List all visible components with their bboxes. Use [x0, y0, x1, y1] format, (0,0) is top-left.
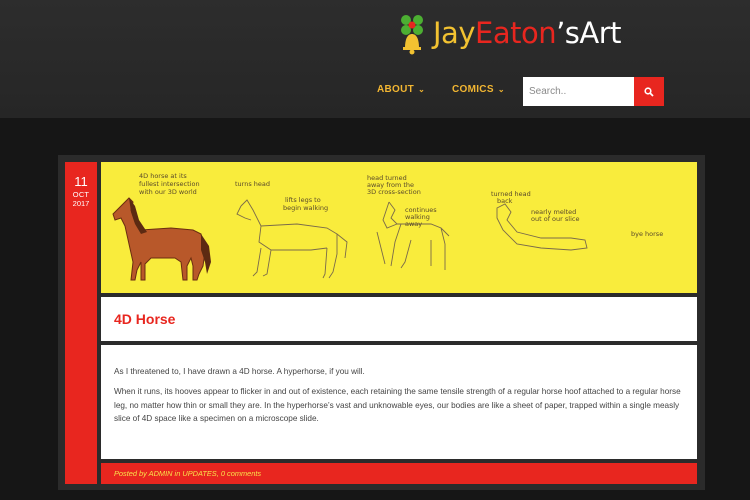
nav-item-comics[interactable]: COMICS ⌄	[452, 84, 505, 95]
post-paragraph: When it runs, its hooves appear to flick…	[114, 386, 681, 424]
banner-note: out of our slice	[531, 215, 579, 223]
post-meta-posted-by: Posted by	[114, 469, 147, 478]
post-date-year: 2017	[72, 199, 90, 208]
site-header: JayEaton’sArt ABOUT ⌄ COMICS ⌄	[0, 0, 750, 118]
banner-note: lifts legs to	[285, 196, 321, 204]
post-date-month: OCT	[72, 190, 90, 199]
horse-full-illustration	[112, 197, 211, 281]
banner-note: begin walking	[283, 204, 328, 212]
post-title[interactable]: 4D Horse	[114, 311, 175, 327]
search-icon	[644, 86, 654, 97]
post-featured-image[interactable]: 4D horse at its fullest intersection wit…	[101, 162, 697, 293]
banner-note: with our 3D world	[139, 188, 197, 196]
post-author-link[interactable]: ADMIN	[149, 469, 173, 478]
banner-annotations: 4D horse at its fullest intersection wit…	[139, 172, 663, 238]
search-input[interactable]	[523, 77, 634, 106]
banner-note: back	[497, 197, 513, 205]
nav-item-about[interactable]: ABOUT ⌄	[377, 84, 425, 95]
site-title: JayEaton’sArt	[433, 16, 622, 50]
horse-drawing: 4D horse at its fullest intersection wit…	[112, 172, 663, 281]
post-meta-in: in	[174, 469, 181, 478]
search-button[interactable]	[634, 77, 664, 106]
chevron-down-icon: ⌄	[497, 85, 505, 94]
post-content: As I threatened to, I have drawn a 4D ho…	[101, 345, 697, 459]
site-title-part-jay: Jay	[433, 16, 476, 50]
site-logo[interactable]: JayEaton’sArt	[397, 10, 622, 56]
banner-note: 3D cross-section	[367, 188, 421, 196]
banner-note: fullest intersection	[139, 180, 200, 188]
post-meta-separator: ,	[216, 469, 219, 478]
nav-item-comics-label: COMICS	[452, 84, 494, 95]
nav-item-about-label: ABOUT	[377, 84, 415, 95]
banner-note: bye horse	[631, 230, 663, 238]
chevron-down-icon: ⌄	[418, 85, 426, 94]
post-date: 11 OCT 2017	[65, 162, 97, 484]
post-category-link[interactable]: UPDATES	[182, 469, 216, 478]
site-title-part-sart: ’sArt	[556, 16, 622, 50]
post-title-box: 4D Horse	[101, 297, 697, 341]
post-meta: Posted by ADMIN in UPDATES, 0 comments	[101, 463, 697, 484]
search-form	[523, 77, 664, 106]
banner-note: 4D horse at its	[139, 172, 187, 180]
post-comments-link[interactable]: 0 comments	[221, 469, 261, 478]
banner-note: away	[405, 220, 422, 228]
banner-note: turns head	[235, 180, 270, 188]
site-title-part-eaton: Eaton	[475, 16, 557, 50]
post-paragraph: As I threatened to, I have drawn a 4D ho…	[114, 367, 365, 376]
post-date-day: 11	[74, 174, 88, 189]
clover-bell-logo-icon	[401, 15, 423, 55]
